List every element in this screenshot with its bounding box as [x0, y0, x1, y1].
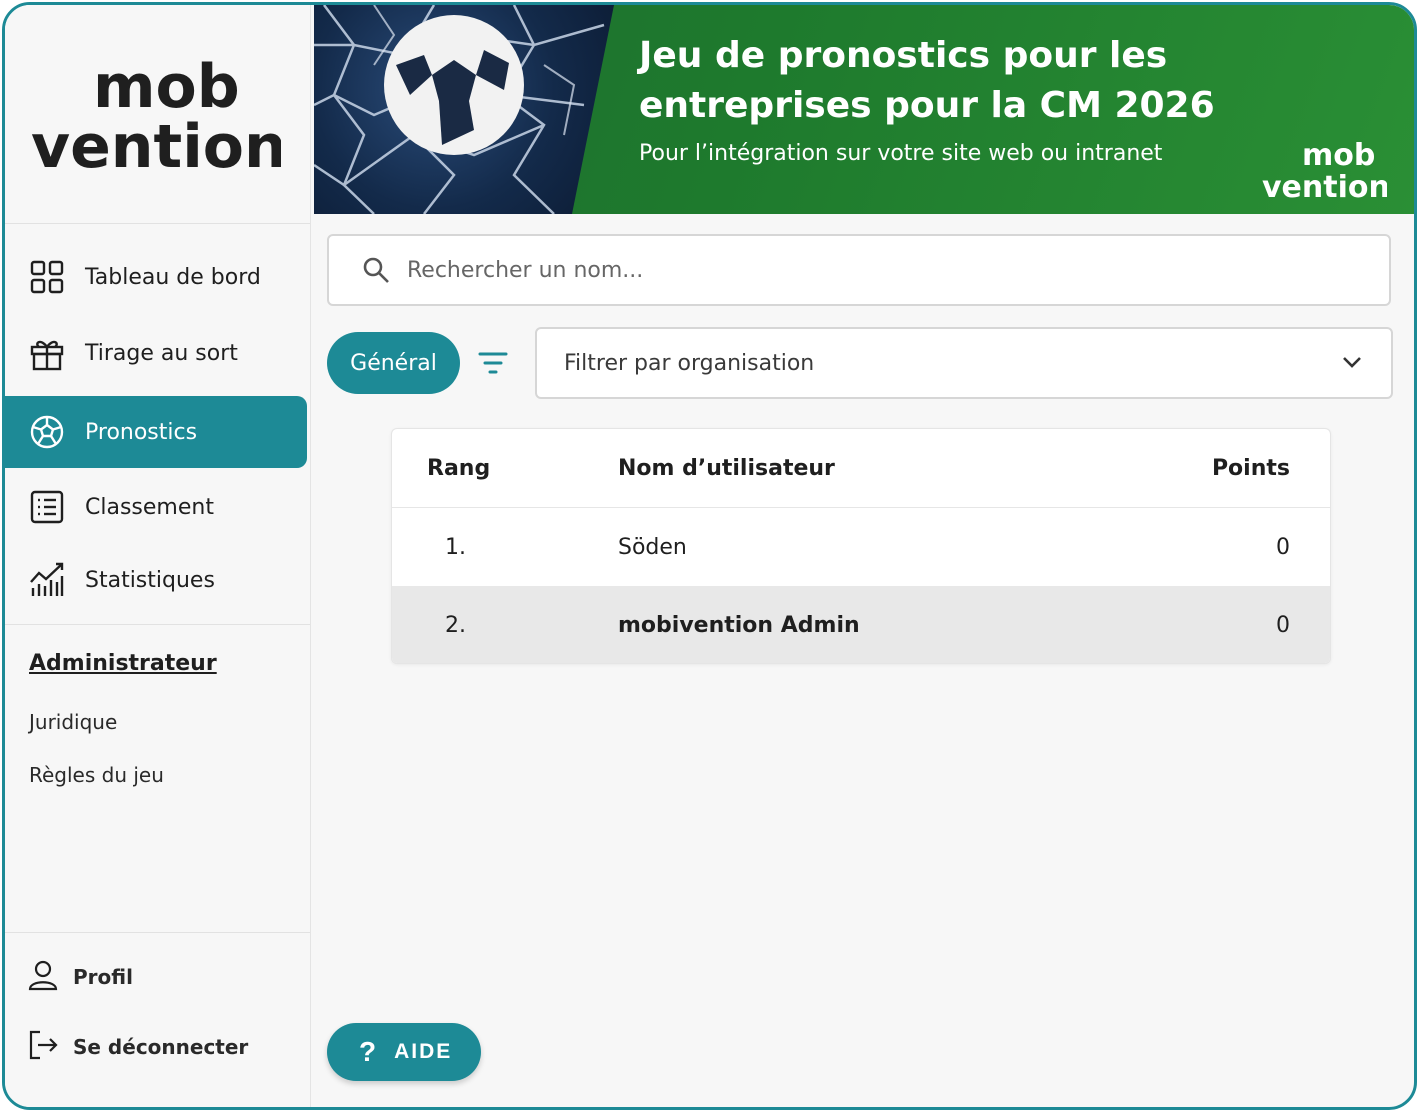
logout-icon	[27, 1029, 59, 1065]
user-icon	[27, 959, 59, 995]
sidebar-item-predictions[interactable]: Pronostics	[5, 396, 307, 468]
svg-text:mob: mob	[1302, 138, 1375, 173]
sidebar: mob vention Tableau de bord Tirage au so…	[5, 5, 311, 1107]
table-row[interactable]: 2. mobivention Admin 0	[392, 586, 1330, 663]
rank-cell: 1.	[445, 534, 466, 560]
search-input[interactable]	[405, 256, 1309, 284]
help-button[interactable]: ? AIDE	[327, 1023, 481, 1081]
mobvention-logo: mob vention	[31, 55, 281, 175]
table-row[interactable]: 1. Söden 0	[392, 508, 1330, 586]
organization-filter-placeholder: Filtrer par organisation	[564, 350, 815, 376]
admin-section-title[interactable]: Administrateur	[29, 651, 217, 676]
sidebar-item-label: Tableau de bord	[85, 264, 261, 290]
column-header-rank[interactable]: Rang	[427, 429, 490, 507]
chart-icon	[29, 562, 65, 598]
question-mark-icon: ?	[359, 1036, 377, 1067]
general-filter-button[interactable]: Général	[327, 332, 460, 394]
username-cell: Söden	[618, 534, 687, 560]
sidebar-item-label: Classement	[85, 494, 214, 520]
ranking-table: Rang Nom d’utilisateur Points 1. Söden 0…	[391, 428, 1331, 664]
banner-football-image	[314, 5, 614, 214]
gift-icon	[29, 335, 65, 371]
search-icon	[361, 255, 391, 285]
organization-filter-select[interactable]: Filtrer par organisation	[535, 327, 1393, 399]
sidebar-divider	[5, 932, 310, 933]
filter-icon[interactable]	[477, 351, 509, 379]
legal-link[interactable]: Juridique	[29, 710, 117, 734]
sidebar-item-statistics[interactable]: Statistiques	[5, 544, 307, 616]
help-label: AIDE	[394, 1040, 453, 1063]
banner-subtitle: Pour l’intégration sur votre site web ou…	[639, 141, 1163, 166]
svg-text:vention: vention	[31, 112, 281, 175]
sidebar-item-label: Statistiques	[85, 567, 215, 593]
app-window: mob vention Tableau de bord Tirage au so…	[2, 2, 1417, 1110]
search-bar	[327, 234, 1391, 306]
logout-label: Se déconnecter	[73, 1035, 249, 1059]
username-cell: mobivention Admin	[618, 612, 860, 638]
banner-mobvention-logo: mob vention	[1262, 138, 1387, 201]
sidebar-item-ranking[interactable]: Classement	[5, 471, 307, 543]
game-rules-link[interactable]: Règles du jeu	[29, 763, 164, 787]
list-icon	[29, 489, 65, 525]
svg-text:vention: vention	[1262, 170, 1387, 201]
sidebar-item-label: Pronostics	[85, 419, 198, 445]
promo-banner[interactable]: Jeu de pronostics pour les entreprises p…	[314, 5, 1414, 214]
sidebar-item-label: Tirage au sort	[85, 340, 238, 366]
rank-cell: 2.	[445, 612, 466, 638]
sidebar-divider	[5, 624, 310, 625]
profile-label: Profil	[73, 965, 133, 989]
column-header-points[interactable]: Points	[1212, 429, 1290, 507]
points-cell: 0	[1276, 534, 1290, 560]
sidebar-item-dashboard[interactable]: Tableau de bord	[5, 241, 307, 313]
chevron-down-icon	[1341, 354, 1363, 373]
column-header-username[interactable]: Nom d’utilisateur	[618, 429, 835, 507]
brand-logo[interactable]: mob vention	[5, 5, 310, 224]
soccer-ball-icon	[29, 414, 65, 450]
logout-link[interactable]: Se déconnecter	[27, 1029, 248, 1065]
banner-title: Jeu de pronostics pour les entreprises p…	[639, 35, 1215, 126]
points-cell: 0	[1276, 612, 1290, 638]
profile-link[interactable]: Profil	[27, 959, 133, 995]
sidebar-item-draw[interactable]: Tirage au sort	[5, 317, 307, 389]
dashboard-grid-icon	[29, 259, 65, 295]
table-header-row: Rang Nom d’utilisateur Points	[392, 429, 1330, 508]
